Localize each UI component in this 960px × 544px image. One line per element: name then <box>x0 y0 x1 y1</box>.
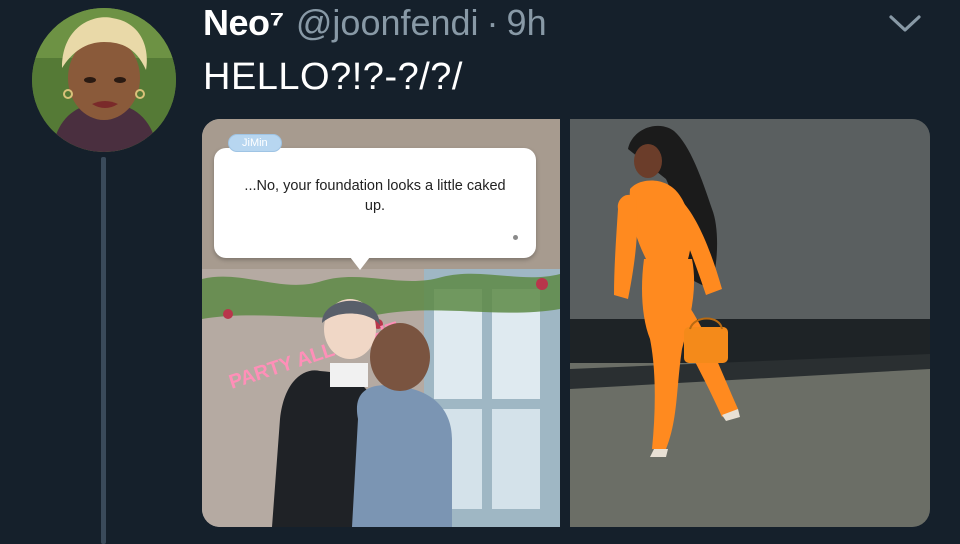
dialogue-bubble: JiMin ...No, your foundation looks a lit… <box>214 134 536 270</box>
thread-line <box>101 157 106 544</box>
tweet-header: Neo⁷ @joonfendi · 9h <box>203 2 547 48</box>
tweet-text: HELLO?!?-?/?/ <box>203 56 463 98</box>
avatar-image <box>32 8 176 152</box>
avatar[interactable] <box>32 8 176 152</box>
timestamp[interactable]: 9h <box>507 2 547 44</box>
media-image-right[interactable] <box>570 119 930 527</box>
dialogue-text: ...No, your foundation looks a little ca… <box>244 178 506 214</box>
continue-dot-icon <box>513 235 518 240</box>
photo-woman-orange-outfit <box>570 119 930 527</box>
user-handle[interactable]: @joonfendi <box>296 2 479 44</box>
media-grid: PARTY ALL NIGHT JiMin ...No, your founda… <box>202 119 930 527</box>
display-name[interactable]: Neo⁷ <box>203 2 284 44</box>
speech-tail <box>350 257 370 270</box>
chevron-down-icon[interactable] <box>885 8 925 38</box>
speaker-tag: JiMin <box>228 134 282 152</box>
separator-dot: · <box>486 2 499 43</box>
media-image-left[interactable]: PARTY ALL NIGHT JiMin ...No, your founda… <box>202 119 560 527</box>
tweet[interactable]: Neo⁷ @joonfendi · 9h HELLO?!?-?/?/ PARTY… <box>0 0 960 544</box>
